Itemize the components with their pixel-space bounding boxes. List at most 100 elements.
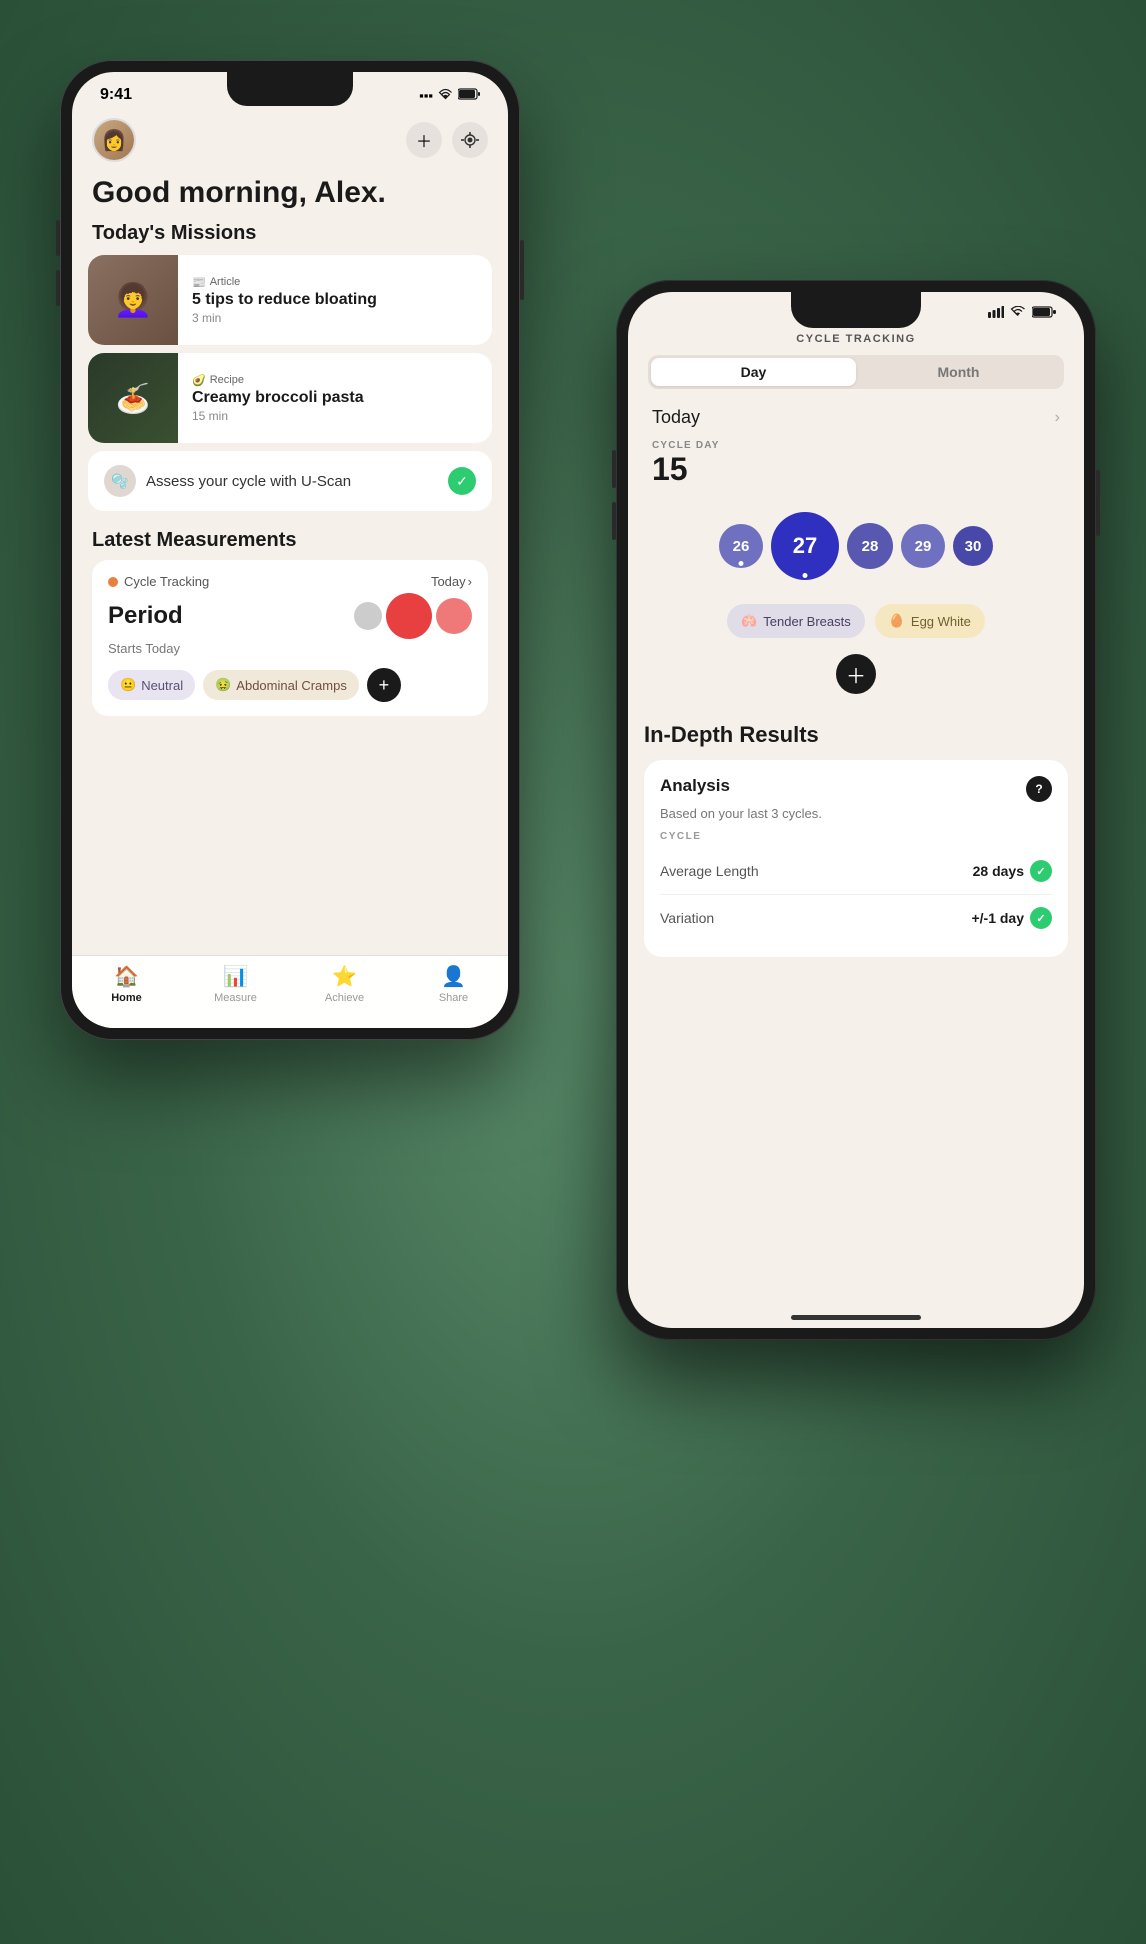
in-depth-section: In-Depth Results Analysis ? Based on you…: [628, 702, 1084, 957]
phone2-wifi-icon: [1010, 306, 1026, 321]
add-symptom-button[interactable]: ＋: [836, 654, 876, 694]
share-icon: 👤: [441, 964, 466, 989]
tab-bar: 🏠 Home 📊 Measure ⭐ Achieve 👤 Share: [72, 955, 508, 1028]
status-icons: ▪▪▪: [419, 88, 480, 103]
notch: [227, 72, 353, 106]
avocado-icon: 🥑: [192, 374, 206, 387]
egg-icon: 🥚: [889, 613, 905, 629]
mission-card-recipe[interactable]: 🍝 🥑 Recipe Creamy broccoli pasta 15 min: [88, 353, 492, 443]
mission-title: 5 tips to reduce bloating: [192, 291, 377, 309]
recipe-type-label: 🥑 Recipe: [192, 374, 364, 387]
phone2-screen: CYCLE TRACKING Day Month Today › CYCLE D…: [628, 292, 1084, 1328]
recipe-duration: 15 min: [192, 409, 364, 423]
header-actions: ＋: [406, 122, 488, 158]
analysis-subtitle: Based on your last 3 cycles.: [660, 806, 1052, 821]
tab-home[interactable]: 🏠 Home: [72, 964, 181, 1004]
tab-month[interactable]: Month: [856, 358, 1061, 386]
circle-red-large: [386, 593, 432, 639]
measurements-section: Latest Measurements Cycle Tracking Today…: [72, 519, 508, 720]
mission-card-article[interactable]: 👩‍🦱 📰 Article 5 tips to reduce bloating …: [88, 255, 492, 345]
mission-content-article: 📰 Article 5 tips to reduce bloating 3 mi…: [178, 255, 391, 345]
calendar-day-27-dot: [803, 573, 808, 578]
settings-button[interactable]: [452, 122, 488, 158]
calendar-day-dot: [739, 561, 744, 566]
cramps-emoji: 🤢: [215, 677, 231, 693]
phone2-notch: [791, 292, 921, 328]
app-header: 👩 ＋: [72, 110, 508, 166]
avg-length-value: 28 days ✓: [973, 860, 1052, 882]
today-label: Today: [652, 407, 700, 428]
mission-image-article: 👩‍🦱: [88, 255, 178, 345]
chevron-right-icon: ›: [468, 574, 472, 589]
add-symptom-container: ＋: [628, 654, 1084, 694]
phone2-volume-up-button[interactable]: [612, 450, 616, 488]
greeting: Good morning, Alex.: [72, 166, 508, 214]
volume-down-button[interactable]: [56, 270, 60, 306]
missions-section-title: Today's Missions: [72, 214, 508, 251]
analysis-header: Analysis ?: [660, 776, 1052, 802]
mission-duration: 3 min: [192, 311, 377, 325]
uscan-label: Assess your cycle with U-Scan: [146, 473, 351, 490]
stat-row-avg-length: Average Length 28 days ✓: [660, 848, 1052, 895]
phone2-volume-down-button[interactable]: [612, 502, 616, 540]
avatar[interactable]: 👩: [92, 118, 136, 162]
today-link[interactable]: Today ›: [431, 574, 472, 589]
measure-header: Cycle Tracking Today ›: [108, 574, 472, 589]
status-time: 9:41: [100, 86, 132, 104]
home-icon: 🏠: [114, 964, 139, 989]
tab-measure[interactable]: 📊 Measure: [181, 964, 290, 1004]
phone2: CYCLE TRACKING Day Month Today › CYCLE D…: [616, 280, 1096, 1340]
battery-icon: [458, 88, 480, 103]
tab-day[interactable]: Day: [651, 358, 856, 386]
calendar-day-30[interactable]: 30: [953, 526, 993, 566]
measurements-title: Latest Measurements: [92, 529, 488, 552]
symptom-tender-breasts[interactable]: 🫁 Tender Breasts: [727, 604, 865, 638]
phone2-battery-icon: [1032, 306, 1056, 321]
avatar-image: 👩: [94, 120, 134, 160]
tab-share[interactable]: 👤 Share: [399, 964, 508, 1004]
analysis-help-button[interactable]: ?: [1026, 776, 1052, 802]
today-row[interactable]: Today ›: [628, 399, 1084, 436]
avg-length-check-icon: ✓: [1030, 860, 1052, 882]
symptoms-row: 🫁 Tender Breasts 🥚 Egg White: [628, 596, 1084, 646]
phone2-power-button[interactable]: [1096, 470, 1100, 536]
cycle-section-label: CYCLE: [660, 831, 1052, 842]
in-depth-title: In-Depth Results: [644, 722, 1068, 748]
period-row: Period: [108, 593, 472, 639]
measure-icon: 📊: [223, 964, 248, 989]
signal-icon: ▪▪▪: [419, 88, 433, 103]
phone2-signal-icon: [988, 306, 1004, 321]
uscan-card[interactable]: 🫧 Assess your cycle with U-Scan ✓: [88, 451, 492, 511]
day-month-tabs: Day Month: [648, 355, 1064, 389]
analysis-card: Analysis ? Based on your last 3 cycles. …: [644, 760, 1068, 957]
circle-red-small: [436, 598, 472, 634]
mission-content-recipe: 🥑 Recipe Creamy broccoli pasta 15 min: [178, 353, 378, 443]
cycle-day-section: CYCLE DAY 15: [628, 436, 1084, 496]
power-button[interactable]: [520, 240, 524, 300]
tag-cramps[interactable]: 🤢 Abdominal Cramps: [203, 670, 359, 700]
cycle-day-number: 15: [652, 451, 1060, 488]
symptom-egg-white[interactable]: 🥚 Egg White: [875, 604, 985, 638]
cycle-tracking-nav-title: CYCLE TRACKING: [628, 327, 1084, 355]
measure-card-cycle[interactable]: Cycle Tracking Today › Period Starts: [92, 560, 488, 716]
calendar-day-27[interactable]: 27: [771, 512, 839, 580]
tag-neutral[interactable]: 😐 Neutral: [108, 670, 195, 700]
home-indicator[interactable]: [791, 1315, 921, 1320]
cycle-day-label: CYCLE DAY: [652, 440, 1060, 451]
variation-label: Variation: [660, 910, 714, 926]
add-tag-button[interactable]: +: [367, 668, 401, 702]
calendar-day-26[interactable]: 26: [719, 524, 763, 568]
tab-achieve[interactable]: ⭐ Achieve: [290, 964, 399, 1004]
calendar-day-28[interactable]: 28: [847, 523, 893, 569]
variation-value: +/-1 day ✓: [971, 907, 1052, 929]
uscan-check-icon: ✓: [448, 467, 476, 495]
add-button[interactable]: ＋: [406, 122, 442, 158]
achieve-icon: ⭐: [332, 964, 357, 989]
stat-row-variation: Variation +/-1 day ✓: [660, 895, 1052, 941]
period-title: Period: [108, 602, 183, 630]
phone1: 9:41 ▪▪▪ 👩 ＋ Go: [60, 60, 520, 1040]
calendar-day-29[interactable]: 29: [901, 524, 945, 568]
volume-up-button[interactable]: [56, 220, 60, 256]
avg-length-label: Average Length: [660, 863, 759, 879]
uscan-left: 🫧 Assess your cycle with U-Scan: [104, 465, 351, 497]
